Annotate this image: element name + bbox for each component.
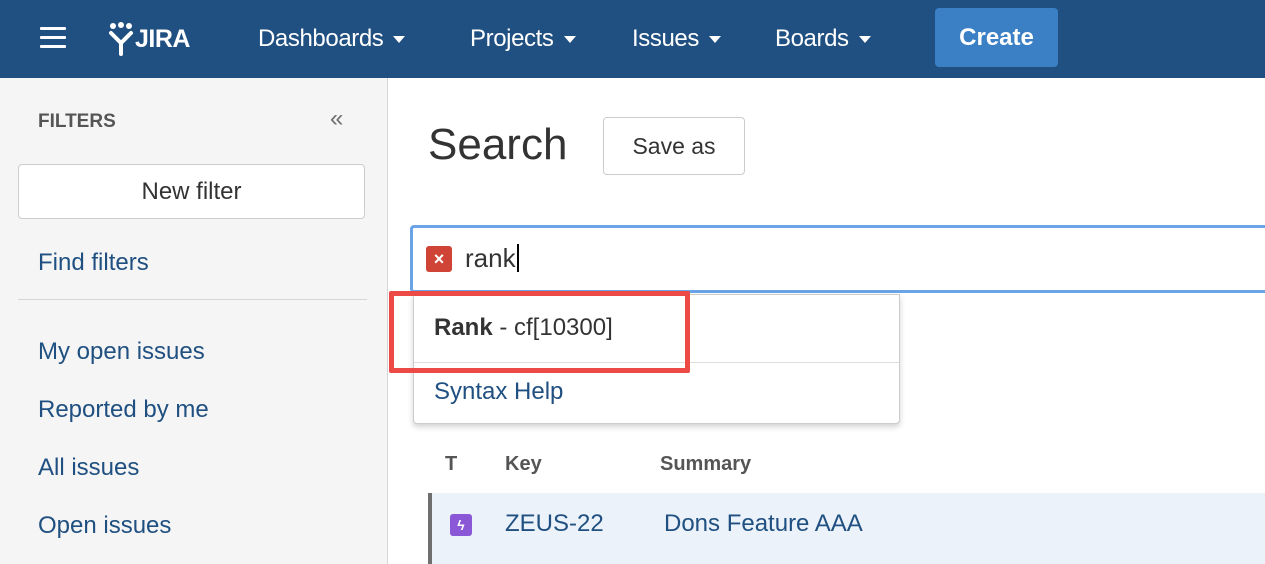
chevron-down-icon: [708, 36, 721, 44]
chevron-down-icon: [858, 36, 871, 44]
sidebar-item-reported-by-me[interactable]: Reported by me: [38, 396, 209, 424]
nav-dashboards[interactable]: Dashboards: [258, 20, 406, 58]
logo-text: JIRA: [135, 24, 190, 53]
page-title: Search: [428, 120, 568, 169]
filters-sidebar: FILTERS « New filter Find filters My ope…: [0, 78, 388, 564]
syntax-help-link[interactable]: Syntax Help: [434, 378, 563, 406]
nav-issues-label: Issues: [632, 25, 699, 52]
find-filters-link[interactable]: Find filters: [38, 249, 149, 277]
collapse-sidebar-icon[interactable]: «: [330, 105, 343, 133]
atlassian-logo-icon: [109, 22, 133, 56]
new-filter-button[interactable]: New filter: [18, 164, 365, 219]
close-icon[interactable]: ×: [426, 246, 452, 272]
issue-key-link[interactable]: ZEUS-22: [505, 510, 604, 538]
suggestion-text: Rank - cf[10300]: [434, 314, 613, 342]
column-header-summary[interactable]: Summary: [660, 453, 751, 476]
autocomplete-dropdown: Rank - cf[10300] Syntax Help: [413, 294, 900, 424]
sidebar-divider: [18, 299, 367, 300]
top-navigation-bar: JIRA Dashboards Projects Issues Boards C…: [0, 0, 1265, 78]
issue-summary-link[interactable]: Dons Feature AAA: [664, 510, 863, 538]
nav-boards-label: Boards: [775, 25, 849, 52]
nav-projects-label: Projects: [470, 25, 554, 52]
sidebar-item-my-open-issues[interactable]: My open issues: [38, 338, 205, 366]
nav-issues[interactable]: Issues: [632, 20, 721, 58]
search-query-text: rank: [465, 243, 519, 274]
suggestion-field-name: Rank: [434, 314, 493, 341]
save-as-button[interactable]: Save as: [603, 117, 745, 175]
nav-boards[interactable]: Boards: [775, 20, 871, 58]
nav-dashboards-label: Dashboards: [258, 25, 384, 52]
autocomplete-suggestion[interactable]: Rank - cf[10300]: [414, 295, 899, 363]
chevron-down-icon: [393, 36, 406, 44]
sidebar-item-open-issues[interactable]: Open issues: [38, 512, 171, 540]
menu-icon[interactable]: [40, 27, 66, 49]
sidebar-item-all-issues[interactable]: All issues: [38, 454, 139, 482]
jira-logo[interactable]: JIRA: [108, 17, 190, 61]
text-cursor: [516, 244, 519, 272]
filters-heading: FILTERS: [38, 111, 116, 132]
new-feature-icon: ϟ: [450, 514, 472, 536]
chevron-down-icon: [563, 36, 576, 44]
create-button[interactable]: Create: [935, 8, 1058, 67]
search-query-value: rank: [465, 243, 516, 273]
jql-search-input[interactable]: × rank: [410, 225, 1265, 293]
suggestion-field-id: - cf[10300]: [492, 314, 613, 341]
table-row[interactable]: ϟ ZEUS-22 Dons Feature AAA: [428, 493, 1265, 564]
column-header-type[interactable]: T: [445, 453, 457, 476]
nav-projects[interactable]: Projects: [470, 20, 576, 58]
column-header-key[interactable]: Key: [505, 453, 542, 476]
